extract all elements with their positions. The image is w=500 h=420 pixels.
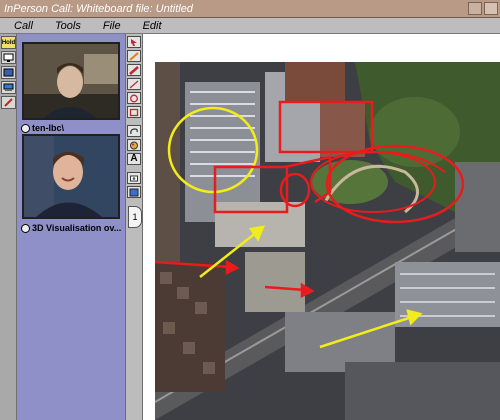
page-tab[interactable]: 1: [128, 206, 142, 228]
red-rectangle-annotation: [278, 100, 374, 154]
participant-video-1[interactable]: [22, 42, 120, 120]
annotation-layer: [155, 100, 465, 349]
marker-icon[interactable]: [127, 64, 141, 76]
yellow-circle-annotation: [167, 106, 259, 194]
screen-icon[interactable]: [127, 186, 141, 198]
eraser-icon[interactable]: [127, 172, 141, 184]
hold-button[interactable]: Hold: [1, 36, 16, 49]
menu-file[interactable]: File: [103, 20, 121, 32]
palette-icon[interactable]: [127, 139, 141, 151]
line-icon[interactable]: [127, 78, 141, 90]
phone-icon[interactable]: [1, 66, 16, 79]
participant-caption-1: ten-lbc\: [21, 122, 121, 134]
menu-edit[interactable]: Edit: [143, 20, 162, 32]
whiteboard-canvas[interactable]: [143, 34, 500, 420]
text-tool-label: A: [130, 153, 138, 164]
monitor-icon[interactable]: [1, 51, 16, 64]
window-controls: [468, 2, 498, 15]
video-panel: ten-lbc\ 3D Visualisation ov...: [17, 34, 125, 420]
maximize-button[interactable]: [484, 2, 498, 15]
rectangle-icon[interactable]: [127, 106, 141, 118]
participant-caption-2: 3D Visualisation ov...: [21, 222, 121, 234]
red-arrow-annotation: [264, 282, 315, 299]
call-toolbar: Hold: [0, 34, 17, 420]
text-icon[interactable]: A: [127, 153, 141, 165]
participant-video-2[interactable]: [22, 134, 120, 219]
menu-bar: Call Tools File Edit: [0, 18, 500, 34]
lasso-icon[interactable]: [127, 125, 141, 137]
title-bar: InPerson Call: Whiteboard file: Untitled: [0, 0, 500, 18]
window-title: InPerson Call: Whiteboard file: Untitled: [4, 2, 193, 15]
computer-icon[interactable]: [1, 81, 16, 94]
minimize-button[interactable]: [468, 2, 482, 15]
pen-icon[interactable]: [1, 96, 16, 109]
aerial-photo: [155, 62, 500, 420]
participant-name: ten-lbc\: [32, 123, 65, 133]
red-arrow-annotation: [155, 259, 240, 276]
hold-label: Hold: [1, 39, 16, 46]
participant-name: 3D Visualisation ov...: [32, 223, 121, 233]
menu-tools[interactable]: Tools: [55, 20, 81, 32]
pointer-icon[interactable]: [127, 36, 141, 48]
page-tab-label: 1: [132, 212, 138, 222]
person-video-image: [24, 44, 118, 118]
pencil-icon[interactable]: [127, 50, 141, 62]
participant-status-icon: [21, 223, 30, 233]
menu-call[interactable]: Call: [14, 20, 33, 32]
circle-icon[interactable]: [127, 92, 141, 104]
yellow-arrow-annotation: [319, 309, 423, 349]
red-ellipse-annotation: [279, 172, 311, 208]
person-video-image: [24, 136, 118, 217]
participant-status-icon: [21, 123, 30, 133]
